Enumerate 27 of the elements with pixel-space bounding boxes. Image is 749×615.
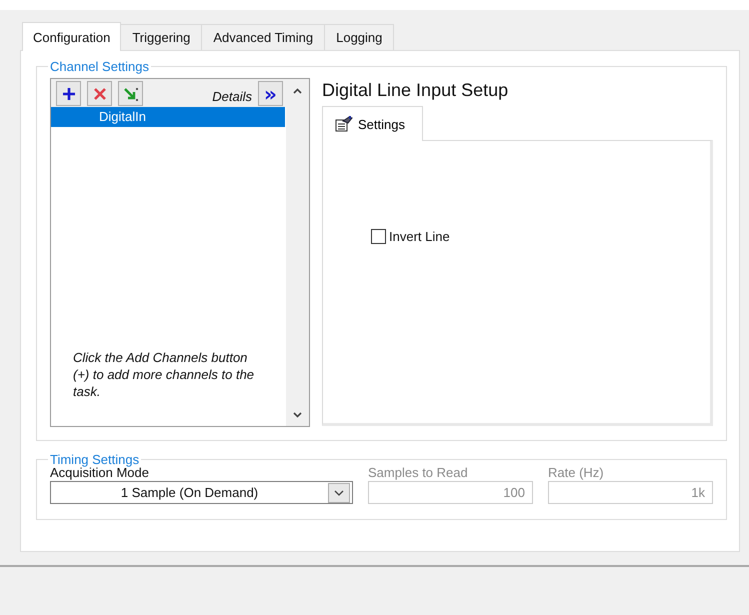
invert-line-checkbox[interactable]: Invert Line xyxy=(371,229,450,244)
group-title: Channel Settings xyxy=(49,59,150,74)
scrollbar[interactable] xyxy=(286,79,309,426)
field-label: Samples to Read xyxy=(368,465,469,480)
group-title: Timing Settings xyxy=(49,452,140,467)
channel-item[interactable]: DigitalIn xyxy=(51,107,285,127)
dropdown-button[interactable] xyxy=(328,482,350,502)
field-label: Rate (Hz) xyxy=(548,465,605,480)
delete-icon xyxy=(92,86,106,100)
details-label: Details xyxy=(212,89,252,104)
details-button[interactable]: » xyxy=(258,81,283,106)
checkbox-label: Invert Line xyxy=(389,229,450,244)
checkbox[interactable] xyxy=(371,229,386,244)
scroll-up-icon xyxy=(293,88,302,94)
chevron-down-icon xyxy=(334,490,344,496)
tab[interactable]: Logging xyxy=(324,24,394,50)
dropdown[interactable]: 1 Sample (On Demand) xyxy=(50,481,353,504)
browse-button[interactable] xyxy=(118,81,143,106)
plus-icon xyxy=(60,86,76,102)
tab[interactable]: Settings xyxy=(322,106,423,141)
setup-title: Digital Line Input Setup xyxy=(322,80,510,101)
remove-button[interactable] xyxy=(87,81,112,106)
add-button[interactable] xyxy=(56,81,81,106)
hint-text: Click the Add Channels button (+) to add more channels to the task. xyxy=(73,349,256,400)
scroll-down-icon xyxy=(293,412,302,418)
tab[interactable]: Configuration xyxy=(22,22,122,51)
settings-sheet-icon xyxy=(335,116,353,132)
